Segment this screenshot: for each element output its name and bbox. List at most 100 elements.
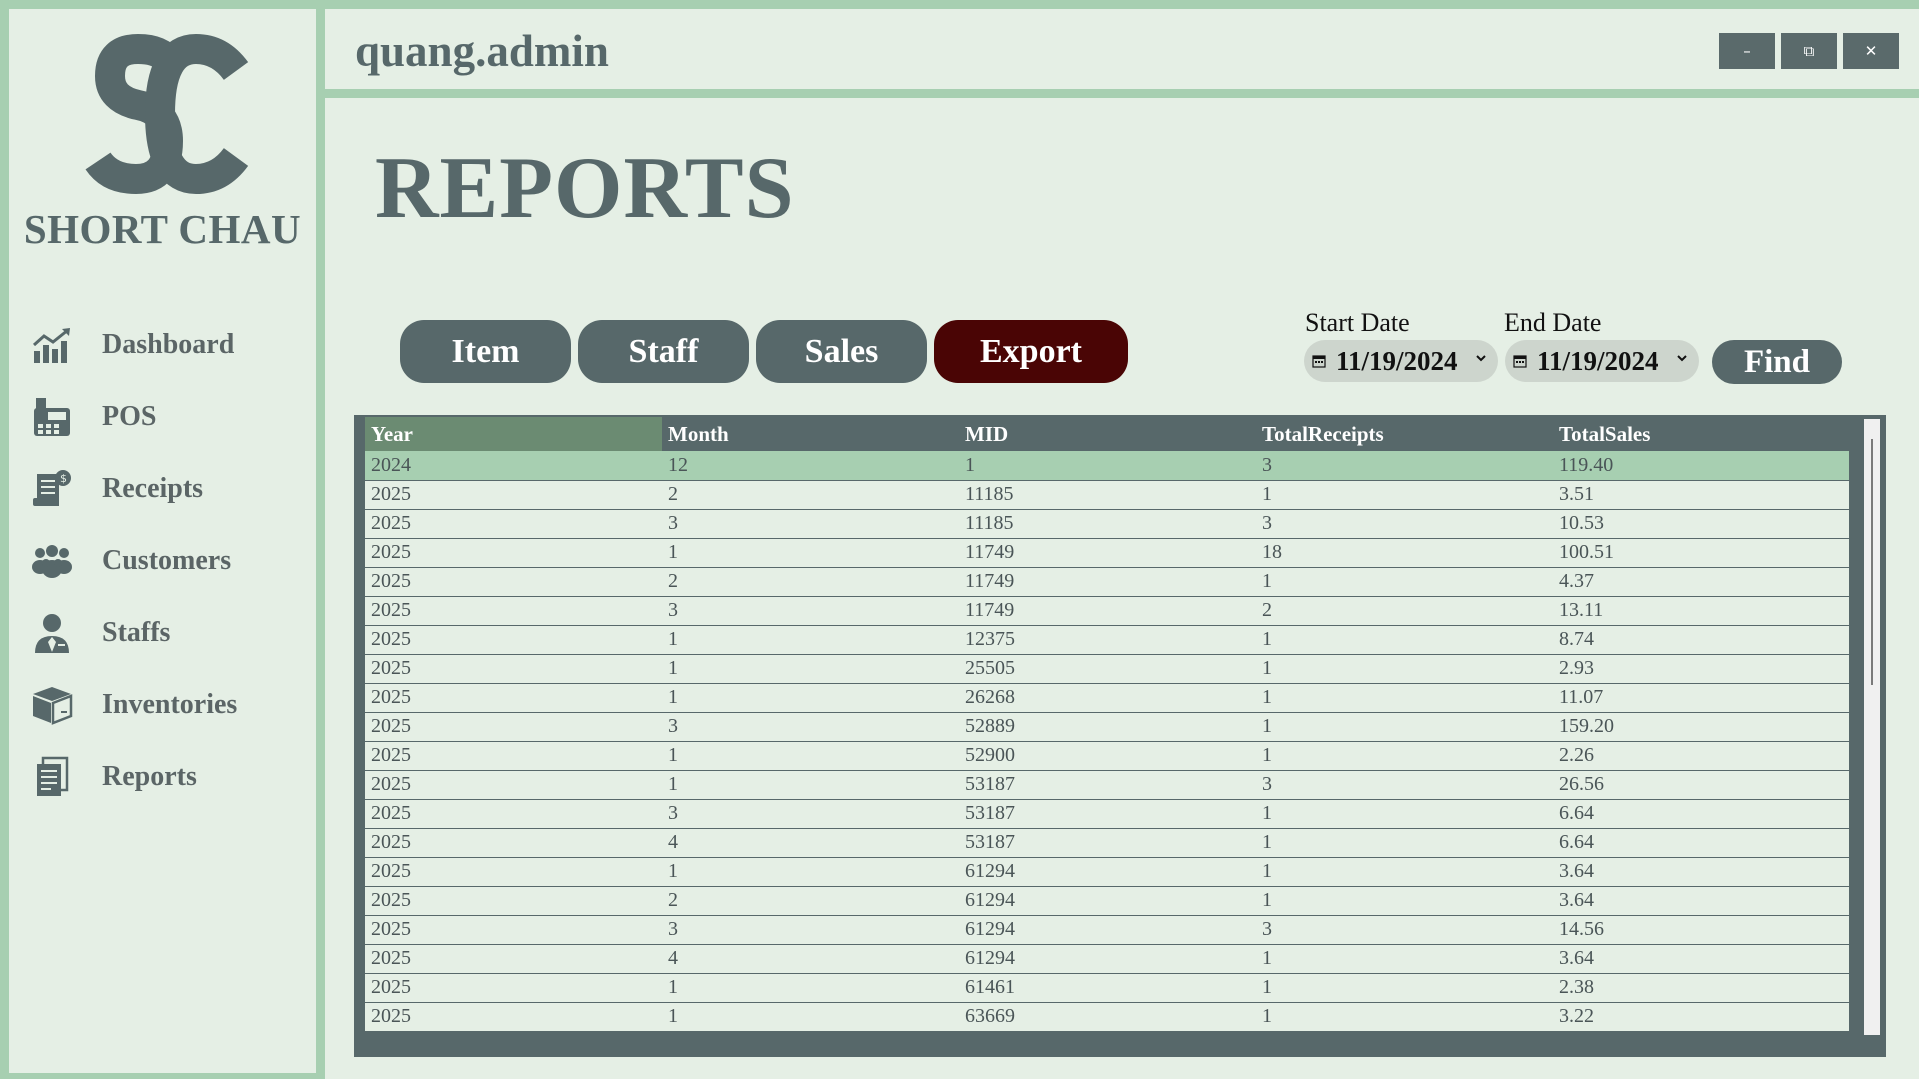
- table-cell: 1: [662, 770, 959, 800]
- table-cell: 2025: [365, 828, 662, 858]
- table-row[interactable]: 2025 2 61294 1 3.64: [365, 886, 1849, 916]
- table-cell: 2024: [365, 451, 662, 481]
- start-date-value: 11/19/2024: [1336, 345, 1458, 376]
- report-table[interactable]: Year Month MID TotalReceipts TotalSales …: [365, 417, 1849, 1037]
- sidebar-item-inventories[interactable]: Inventories: [9, 669, 316, 741]
- table-cell: 1: [1256, 886, 1553, 916]
- table-row[interactable]: 2025 1 26268 1 11.07: [365, 683, 1849, 713]
- column-header-year[interactable]: Year: [365, 417, 662, 451]
- column-header-totalreceipts[interactable]: TotalReceipts: [1256, 417, 1553, 451]
- page-title: REPORTS: [375, 140, 795, 237]
- table-cell: 2025: [365, 712, 662, 742]
- table-cell: 3: [1256, 770, 1553, 800]
- table-cell: 4: [662, 944, 959, 974]
- table-cell: 1: [662, 654, 959, 684]
- sidebar-item-customers[interactable]: Customers: [9, 525, 316, 597]
- table-header-row: Year Month MID TotalReceipts TotalSales: [365, 417, 1849, 451]
- table-row[interactable]: 2025 1 25505 1 2.93: [365, 654, 1849, 684]
- table-row[interactable]: 2025 1 61294 1 3.64: [365, 857, 1849, 887]
- main-panel: REPORTS Item Staff Sales Export Start Da…: [325, 98, 1919, 1079]
- sidebar-item-pos[interactable]: POS: [9, 381, 316, 453]
- start-date-picker[interactable]: 11/19/2024: [1304, 340, 1498, 382]
- sidebar-item-reports[interactable]: Reports: [9, 741, 316, 813]
- table-cell: 53187: [959, 770, 1256, 800]
- table-cell: 2: [1256, 596, 1553, 626]
- table-cell: 2025: [365, 596, 662, 626]
- table-cell: 2025: [365, 857, 662, 887]
- tab-sales[interactable]: Sales: [756, 320, 927, 383]
- table-cell: 11185: [959, 480, 1256, 510]
- table-row[interactable]: 2025 1 52900 1 2.26: [365, 741, 1849, 771]
- column-header-mid[interactable]: MID: [959, 417, 1256, 451]
- table-cell: 3.51: [1553, 480, 1849, 510]
- table-row[interactable]: 2025 3 11749 2 13.11: [365, 596, 1849, 626]
- vertical-scrollbar[interactable]: [1864, 419, 1880, 1035]
- scrollbar-thumb[interactable]: [1871, 439, 1873, 685]
- table-cell: 2.26: [1553, 741, 1849, 771]
- table-cell: 3: [662, 712, 959, 742]
- staff-icon: [30, 611, 74, 655]
- chevron-down-icon: [1476, 355, 1486, 362]
- table-cell: 11749: [959, 596, 1256, 626]
- table-cell: 2025: [365, 770, 662, 800]
- table-row[interactable]: 2025 2 11185 1 3.51: [365, 480, 1849, 510]
- close-button[interactable]: ✕: [1843, 33, 1899, 69]
- table-cell: 3: [662, 509, 959, 539]
- table-cell: 1: [1256, 741, 1553, 771]
- sidebar-item-staffs[interactable]: Staffs: [9, 597, 316, 669]
- table-cell: 2025: [365, 538, 662, 568]
- table-row[interactable]: 2025 3 11185 3 10.53: [365, 509, 1849, 539]
- table-cell: 6.64: [1553, 828, 1849, 858]
- table-row[interactable]: 2025 1 61461 1 2.38: [365, 973, 1849, 1003]
- table-cell: 2025: [365, 799, 662, 829]
- table-row[interactable]: 2025 4 53187 1 6.64: [365, 828, 1849, 858]
- column-header-month[interactable]: Month: [662, 417, 959, 451]
- table-cell: 1: [1256, 799, 1553, 829]
- table-cell: 12375: [959, 625, 1256, 655]
- table-cell: 1: [1256, 944, 1553, 974]
- export-button[interactable]: Export: [934, 320, 1128, 383]
- receipt-icon: $: [30, 467, 74, 511]
- sidebar-item-receipts[interactable]: $ Receipts: [9, 453, 316, 525]
- table-cell: 61294: [959, 944, 1256, 974]
- restore-button[interactable]: ⧉: [1781, 33, 1837, 69]
- table-row[interactable]: 2025 1 12375 1 8.74: [365, 625, 1849, 655]
- table-cell: 2.38: [1553, 973, 1849, 1003]
- table-cell: 1: [1256, 973, 1553, 1003]
- sidebar-item-dashboard[interactable]: Dashboard: [9, 309, 316, 381]
- table-row[interactable]: 2025 1 11749 18 100.51: [365, 538, 1849, 568]
- pos-terminal-icon: [30, 395, 74, 439]
- table-cell: 2: [662, 886, 959, 916]
- tab-staff[interactable]: Staff: [578, 320, 749, 383]
- table-row[interactable]: 2025 4 61294 1 3.64: [365, 944, 1849, 974]
- document-icon: [30, 755, 74, 799]
- table-cell: 3.22: [1553, 1002, 1849, 1032]
- table-row[interactable]: 2025 3 52889 1 159.20: [365, 712, 1849, 742]
- table-cell: 3: [662, 596, 959, 626]
- table-cell: 2.93: [1553, 654, 1849, 684]
- table-row[interactable]: 2025 3 53187 1 6.64: [365, 799, 1849, 829]
- tab-item[interactable]: Item: [400, 320, 571, 383]
- table-row[interactable]: 2025 2 11749 1 4.37: [365, 567, 1849, 597]
- table-body: 2024 12 1 3 119.40 2025 2 11185 1 3.51 2025 3 11185 3…: [365, 451, 1849, 1032]
- table-cell: 2025: [365, 480, 662, 510]
- column-header-totalsales[interactable]: TotalSales: [1553, 417, 1849, 451]
- end-date-picker[interactable]: 11/19/2024: [1505, 340, 1699, 382]
- table-cell: 6.64: [1553, 799, 1849, 829]
- table-cell: 3.64: [1553, 944, 1849, 974]
- minimize-button[interactable]: –: [1719, 33, 1775, 69]
- table-cell: 2025: [365, 625, 662, 655]
- sidebar-item-label: POS: [102, 401, 157, 432]
- table-row[interactable]: 2025 1 53187 3 26.56: [365, 770, 1849, 800]
- table-cell: 1: [1256, 480, 1553, 510]
- sidebar-item-label: Customers: [102, 545, 232, 576]
- table-row[interactable]: 2025 3 61294 3 14.56: [365, 915, 1849, 945]
- table-cell: 2025: [365, 973, 662, 1003]
- table-cell: 2025: [365, 567, 662, 597]
- table-row[interactable]: 2025 1 63669 1 3.22: [365, 1002, 1849, 1032]
- table-cell: 2025: [365, 886, 662, 916]
- find-button[interactable]: Find: [1712, 340, 1842, 384]
- header: quang.admin – ⧉ ✕: [325, 9, 1919, 89]
- table-row[interactable]: 2024 12 1 3 119.40: [365, 451, 1849, 481]
- table-cell: 53187: [959, 799, 1256, 829]
